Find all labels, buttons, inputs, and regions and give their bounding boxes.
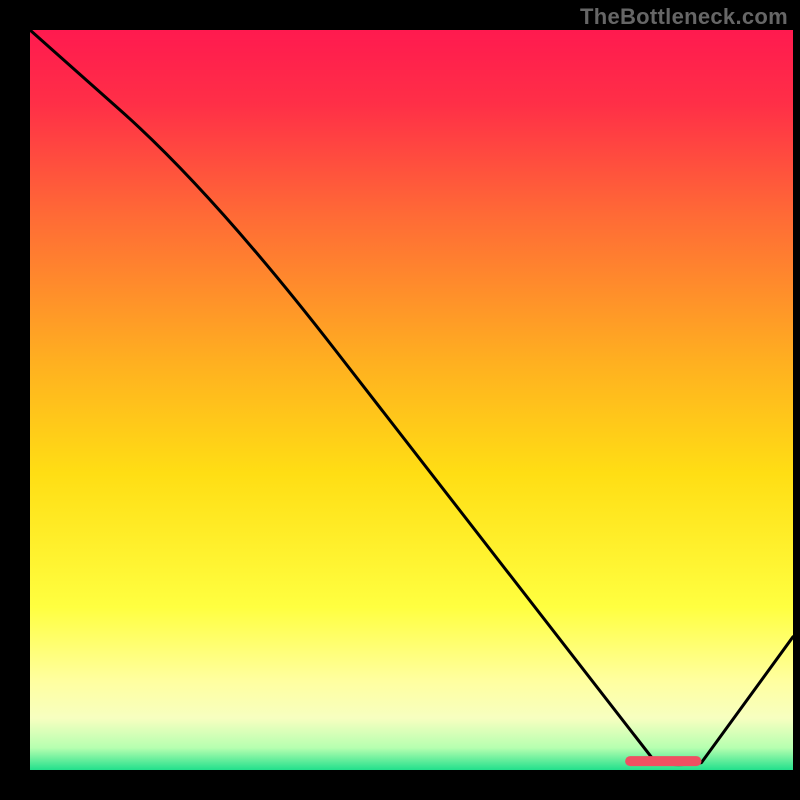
chart-frame: TheBottleneck.com (0, 0, 800, 800)
watermark-text: TheBottleneck.com (580, 4, 788, 30)
optimal-marker (625, 756, 701, 766)
plot-area (30, 30, 793, 770)
chart-svg (30, 30, 793, 770)
gradient-backdrop (30, 30, 793, 770)
